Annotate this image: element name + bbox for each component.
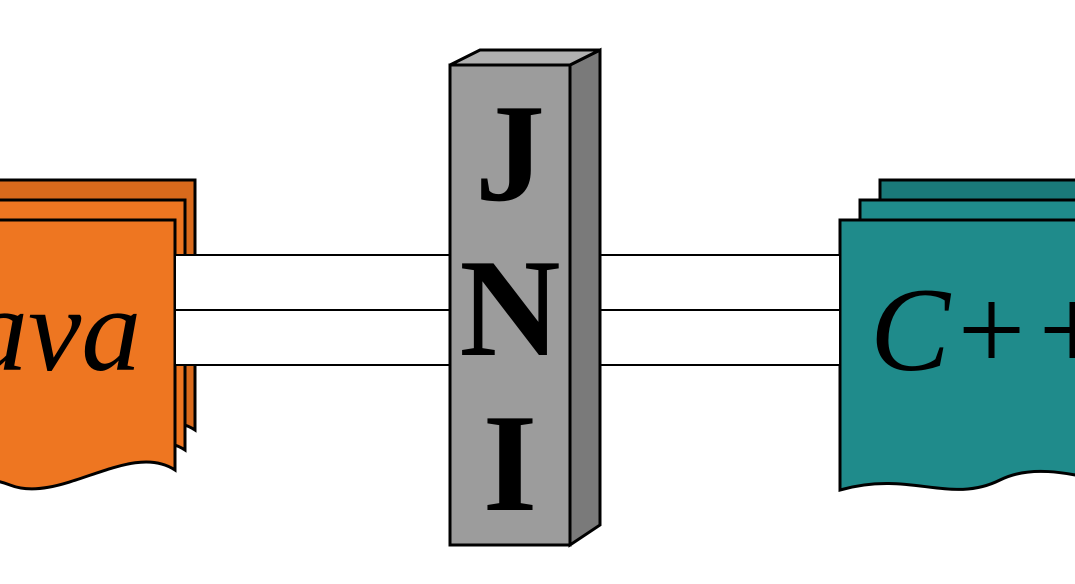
jni-letter-n: N [459, 231, 560, 386]
jni-diagram: ava C++ J N I [0, 0, 1075, 584]
java-label: ava [0, 263, 141, 396]
cpp-label: C++ [870, 263, 1075, 396]
jni-letter-j: J [475, 76, 545, 231]
jni-letter-i: I [483, 386, 537, 541]
